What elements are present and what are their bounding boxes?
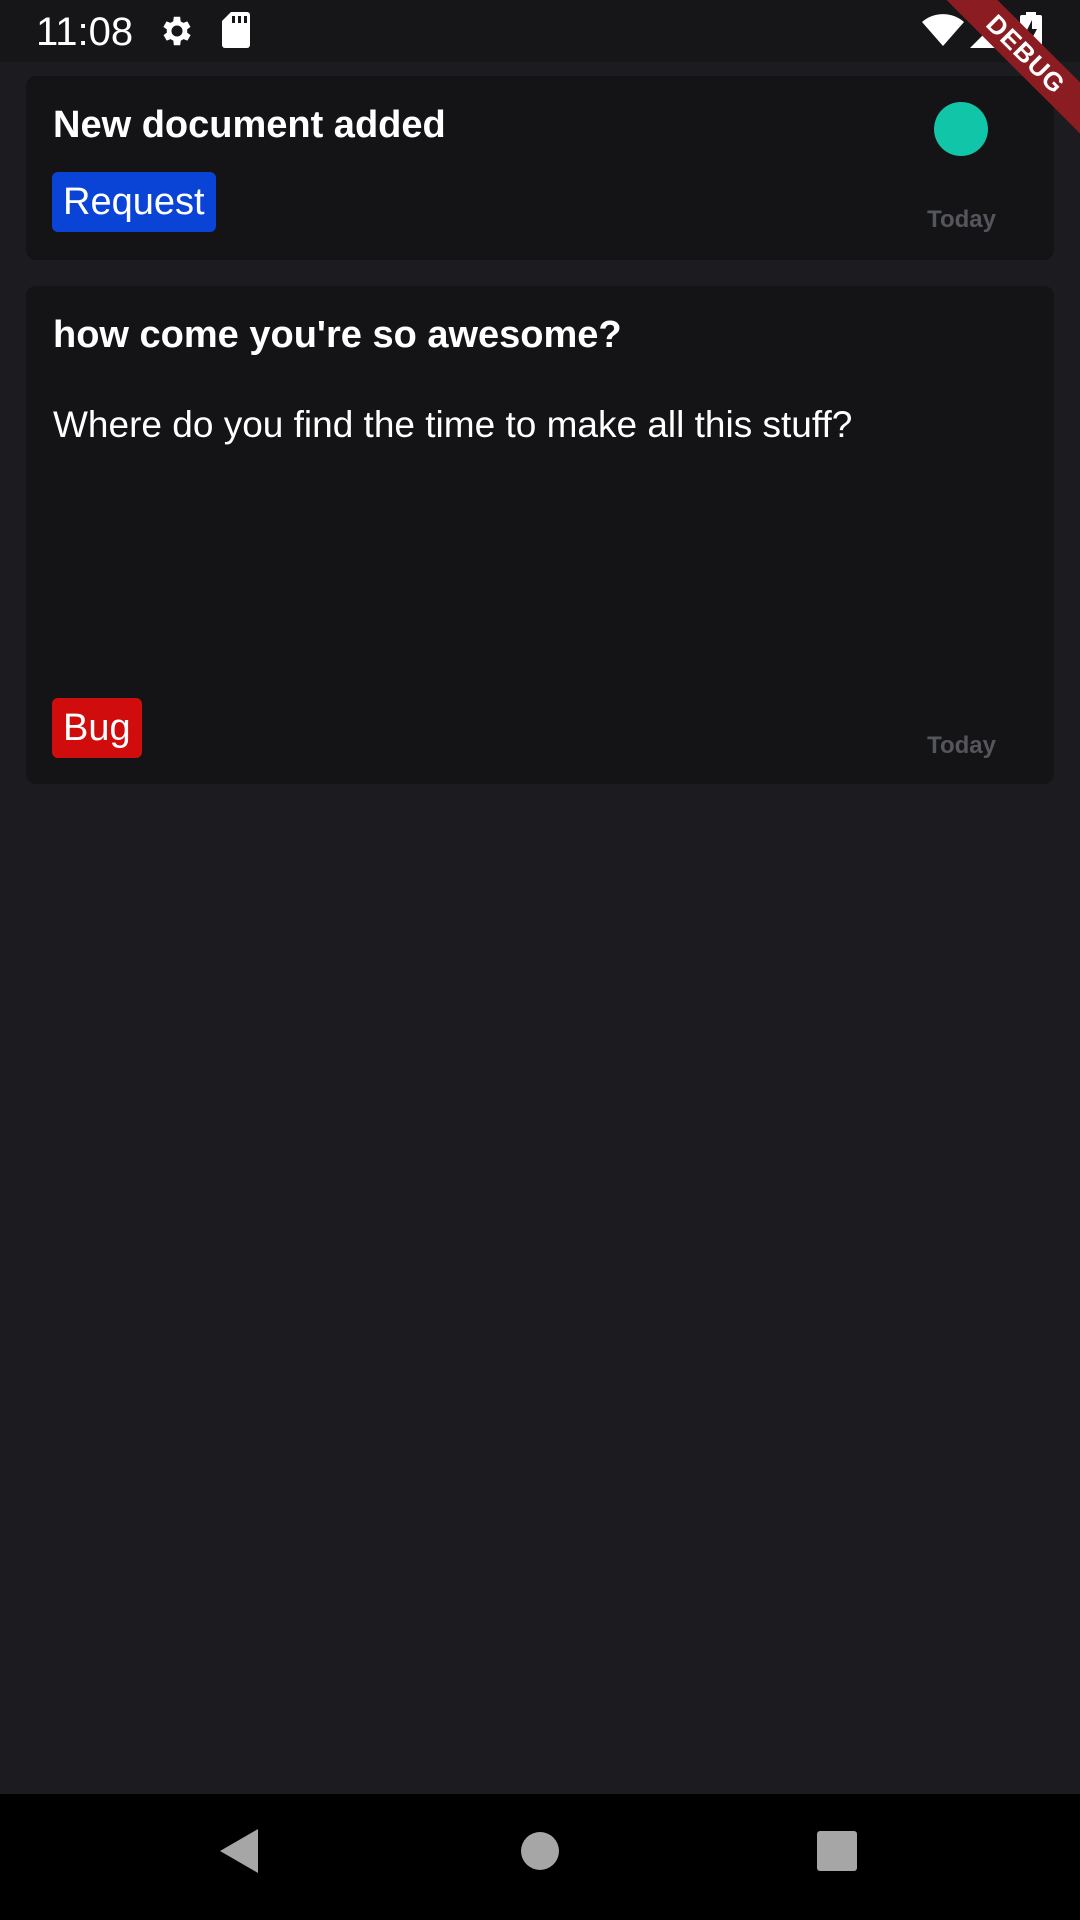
unread-indicator (934, 102, 988, 156)
back-icon[interactable] (218, 1827, 262, 1880)
notification-list: New document added Request Today how com… (0, 62, 1080, 1794)
status-time: 11:08 (36, 10, 134, 54)
tag-request[interactable]: Request (52, 172, 216, 232)
card-body: Where do you find the time to make all t… (53, 404, 853, 445)
recents-icon[interactable] (816, 1830, 858, 1877)
card-date: Today (927, 206, 996, 233)
home-icon[interactable] (519, 1830, 561, 1877)
battery-charging-icon (1020, 12, 1042, 55)
card-date: Today (927, 732, 996, 759)
sd-card-icon (222, 12, 250, 53)
status-bar: 11:08 (0, 0, 1080, 62)
notification-card[interactable]: New document added Request Today (26, 76, 1054, 260)
gear-icon (158, 12, 196, 55)
wifi-icon (922, 14, 964, 51)
card-title: New document added (53, 104, 446, 146)
card-title: how come you're so awesome? (53, 314, 622, 356)
signal-icon (970, 14, 1004, 53)
navigation-bar (0, 1794, 1080, 1920)
tag-bug[interactable]: Bug (52, 698, 142, 758)
notification-card[interactable]: how come you're so awesome? Where do you… (26, 286, 1054, 784)
